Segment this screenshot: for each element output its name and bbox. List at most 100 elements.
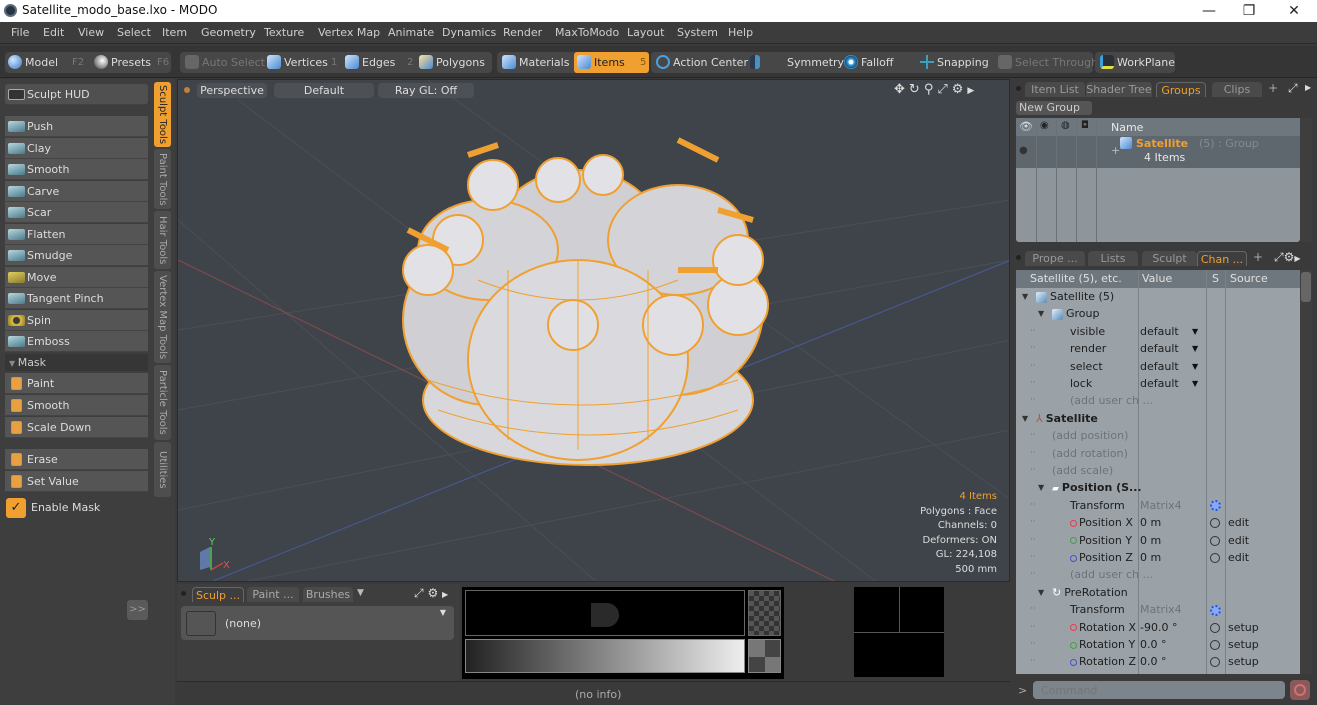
tab-lists[interactable]: Lists	[1088, 251, 1138, 266]
tab-shader-tree[interactable]: Shader Tree	[1086, 82, 1152, 97]
visibility-eye-icon[interactable]: ●	[1019, 145, 1028, 156]
vertices-button[interactable]: Vertices 1	[264, 52, 340, 73]
expand-panel-button[interactable]: >>	[127, 600, 148, 620]
channel-row[interactable]: ▼ ↻ PreRotation	[1016, 584, 1300, 601]
action-center-button[interactable]: Action Center	[653, 52, 748, 73]
select-through-button[interactable]: Select Through	[995, 52, 1098, 73]
gear-icon[interactable]	[1210, 500, 1221, 512]
snapping-button[interactable]: Snapping	[917, 52, 989, 73]
channel-row[interactable]: ·· Rotation Z 0.0 ° setup	[1016, 653, 1300, 670]
state-radio[interactable]	[1210, 640, 1220, 650]
panel-options-icon[interactable]	[181, 591, 186, 596]
maximize-icon[interactable]: ⤢	[937, 82, 951, 97]
collapse-arrow-icon[interactable]: ▼	[1022, 410, 1028, 427]
symmetry-button[interactable]: Symmetry	[747, 52, 844, 73]
channel-row[interactable]: ·· Rotation X -90.0 ° setup	[1016, 619, 1300, 636]
chevron-down-icon[interactable]: ▼	[1192, 340, 1198, 357]
presets-button[interactable]: Presets F6	[91, 52, 171, 73]
workplane-button[interactable]: WorkPlane	[1097, 52, 1175, 73]
channel-row[interactable]: ▼ Satellite (5)	[1016, 288, 1300, 305]
tab-particle-tools[interactable]: Particle Tools	[154, 365, 171, 440]
tab-vertex-map-tools[interactable]: Vertex Map Tools	[154, 271, 171, 363]
sculpt-hud-button[interactable]: Sculpt HUD	[5, 84, 148, 105]
menu-animate[interactable]: Animate	[388, 26, 434, 39]
channel-value[interactable]: 0 m	[1140, 532, 1161, 549]
mask-section-header[interactable]: ▼ Mask	[5, 354, 148, 371]
minimize-button[interactable]: —	[1187, 0, 1231, 22]
menu-texture[interactable]: Texture	[264, 26, 304, 39]
tool-tangent-pinch[interactable]: Tangent Pinch	[5, 288, 148, 309]
channel-row[interactable]: ·· (add scale)	[1016, 462, 1300, 479]
falloff-button[interactable]: Falloff	[841, 52, 911, 73]
gear-icon[interactable]	[1210, 604, 1221, 616]
menu-select[interactable]: Select	[117, 26, 151, 39]
items-button[interactable]: Items 5	[574, 52, 649, 73]
menu-layout[interactable]: Layout	[627, 26, 664, 39]
tab-properties[interactable]: Prope ...	[1025, 251, 1085, 266]
channel-row[interactable]: ▼ ⅄ Satellite	[1016, 410, 1300, 427]
color-preview[interactable]	[462, 587, 784, 679]
tab-utilities[interactable]: Utilities	[154, 442, 171, 497]
col-channel[interactable]: Satellite (5), etc.	[1030, 270, 1122, 288]
tool-push[interactable]: Push	[5, 116, 148, 137]
menu-file[interactable]: File	[11, 26, 29, 39]
mask-tool-smooth[interactable]: Smooth	[5, 395, 148, 416]
state-radio[interactable]	[1210, 657, 1220, 668]
menu-vertex-map[interactable]: Vertex Map	[318, 26, 380, 39]
channel-value[interactable]: 0.0 °	[1140, 653, 1167, 670]
state-radio[interactable]	[1210, 622, 1220, 633]
channel-row[interactable]: ·· select default ▼	[1016, 358, 1300, 375]
channel-row[interactable]: ·· Transform Matrix4	[1016, 497, 1300, 514]
close-button[interactable]: ✕	[1272, 0, 1316, 22]
pan-icon[interactable]: ✥	[894, 82, 909, 97]
panel-options-icon[interactable]	[1016, 86, 1021, 91]
materials-button[interactable]: Materials	[499, 52, 571, 73]
add-tab-button[interactable]: +	[1268, 81, 1278, 95]
tool-clay[interactable]: Clay	[5, 137, 148, 159]
expand-plus-icon[interactable]: +	[1111, 144, 1120, 157]
zoom-icon[interactable]: ⚲	[924, 82, 938, 97]
maximize-icon[interactable]: ⤢	[414, 586, 424, 600]
menu-item[interactable]: Item	[162, 26, 187, 39]
group-row-satellite[interactable]: ● + Satellite (5) : Group 4 Items	[1016, 136, 1300, 168]
channel-value[interactable]: default	[1140, 340, 1179, 357]
channel-row[interactable]: ·· (add user ch ...	[1016, 392, 1300, 409]
model-button[interactable]: Model F2	[5, 52, 90, 73]
tool-carve[interactable]: Carve	[5, 180, 148, 202]
add-tab-button[interactable]: +	[1253, 250, 1263, 264]
menu-dynamics[interactable]: Dynamics	[442, 26, 496, 39]
enable-mask-checkbox[interactable]: ✓	[6, 498, 26, 518]
channel-row[interactable]: ·· Position Y 0 m edit	[1016, 532, 1300, 549]
menu-edit[interactable]: Edit	[43, 26, 64, 39]
col-state[interactable]: S	[1212, 270, 1219, 288]
tab-brushes[interactable]: Brushes	[303, 587, 353, 602]
satellite-model[interactable]	[402, 137, 769, 466]
tab-sculpt-presets[interactable]: Sculp ...	[192, 587, 244, 602]
command-input[interactable]	[1033, 681, 1285, 699]
channel-value[interactable]: -90.0 °	[1140, 619, 1177, 636]
polygons-button[interactable]: Polygons	[416, 52, 490, 73]
expand-arrow-icon[interactable]: ▶	[1305, 83, 1311, 92]
state-radio[interactable]	[1210, 518, 1220, 529]
channel-value[interactable]: default	[1140, 323, 1179, 340]
auto-select-button[interactable]: Auto Select	[182, 52, 265, 73]
chevron-down-icon[interactable]: ▼	[1192, 358, 1198, 375]
menu-geometry[interactable]: Geometry	[201, 26, 256, 39]
channel-value[interactable]: Matrix4	[1140, 497, 1182, 514]
channel-row[interactable]: ·· lock default ▼	[1016, 375, 1300, 392]
maximize-icon[interactable]: ⤢	[1288, 81, 1298, 96]
expand-arrow-icon[interactable]: ▶	[442, 590, 448, 599]
channel-row[interactable]: ·· (add position)	[1016, 427, 1300, 444]
channel-value[interactable]: Matrix4	[1140, 601, 1182, 618]
gradient-ramp[interactable]	[465, 639, 745, 673]
panel-options-icon[interactable]	[1016, 255, 1021, 260]
tool-move[interactable]: Move	[5, 266, 148, 288]
menu-view[interactable]: View	[78, 26, 104, 39]
tab-sculpt[interactable]: Sculpt	[1142, 251, 1197, 266]
state-radio[interactable]	[1210, 553, 1220, 563]
groups-scrollbar[interactable]	[1300, 118, 1312, 242]
col-source[interactable]: Source	[1230, 270, 1268, 288]
edges-button[interactable]: Edges 2	[342, 52, 414, 73]
tab-groups[interactable]: Groups	[1156, 82, 1206, 97]
3d-viewport[interactable]: Y X Perspective Default Ray GL: Off ✥↻⚲⤢…	[177, 79, 1010, 582]
